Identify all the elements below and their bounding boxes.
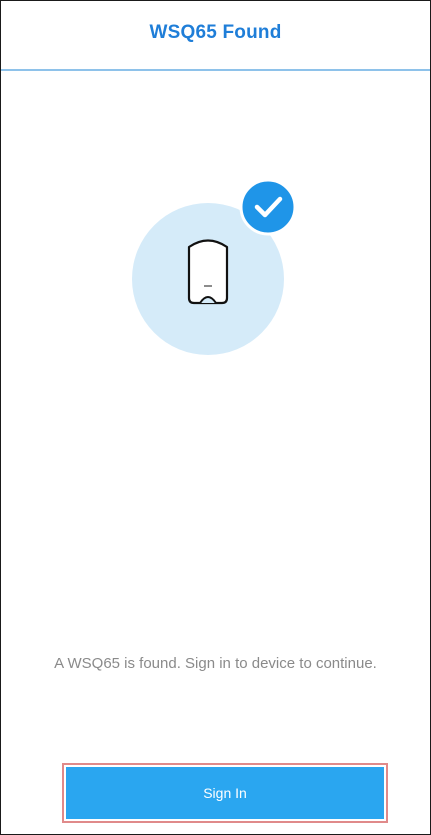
status-message: A WSQ65 is found. Sign in to device to c…	[54, 655, 377, 672]
device-found-graphic	[132, 178, 297, 355]
page-title: WSQ65 Found	[149, 22, 282, 43]
router-icon	[187, 239, 229, 305]
header-bar: WSQ65 Found	[1, 1, 430, 71]
checkmark-icon	[239, 178, 297, 236]
sign-in-focus-outline: Sign In	[62, 763, 388, 823]
app-screen: WSQ65 Found A WSQ65 is found. Sign in to…	[0, 0, 431, 835]
device-found-illustration	[131, 171, 309, 356]
sign-in-button[interactable]: Sign In	[66, 767, 384, 819]
